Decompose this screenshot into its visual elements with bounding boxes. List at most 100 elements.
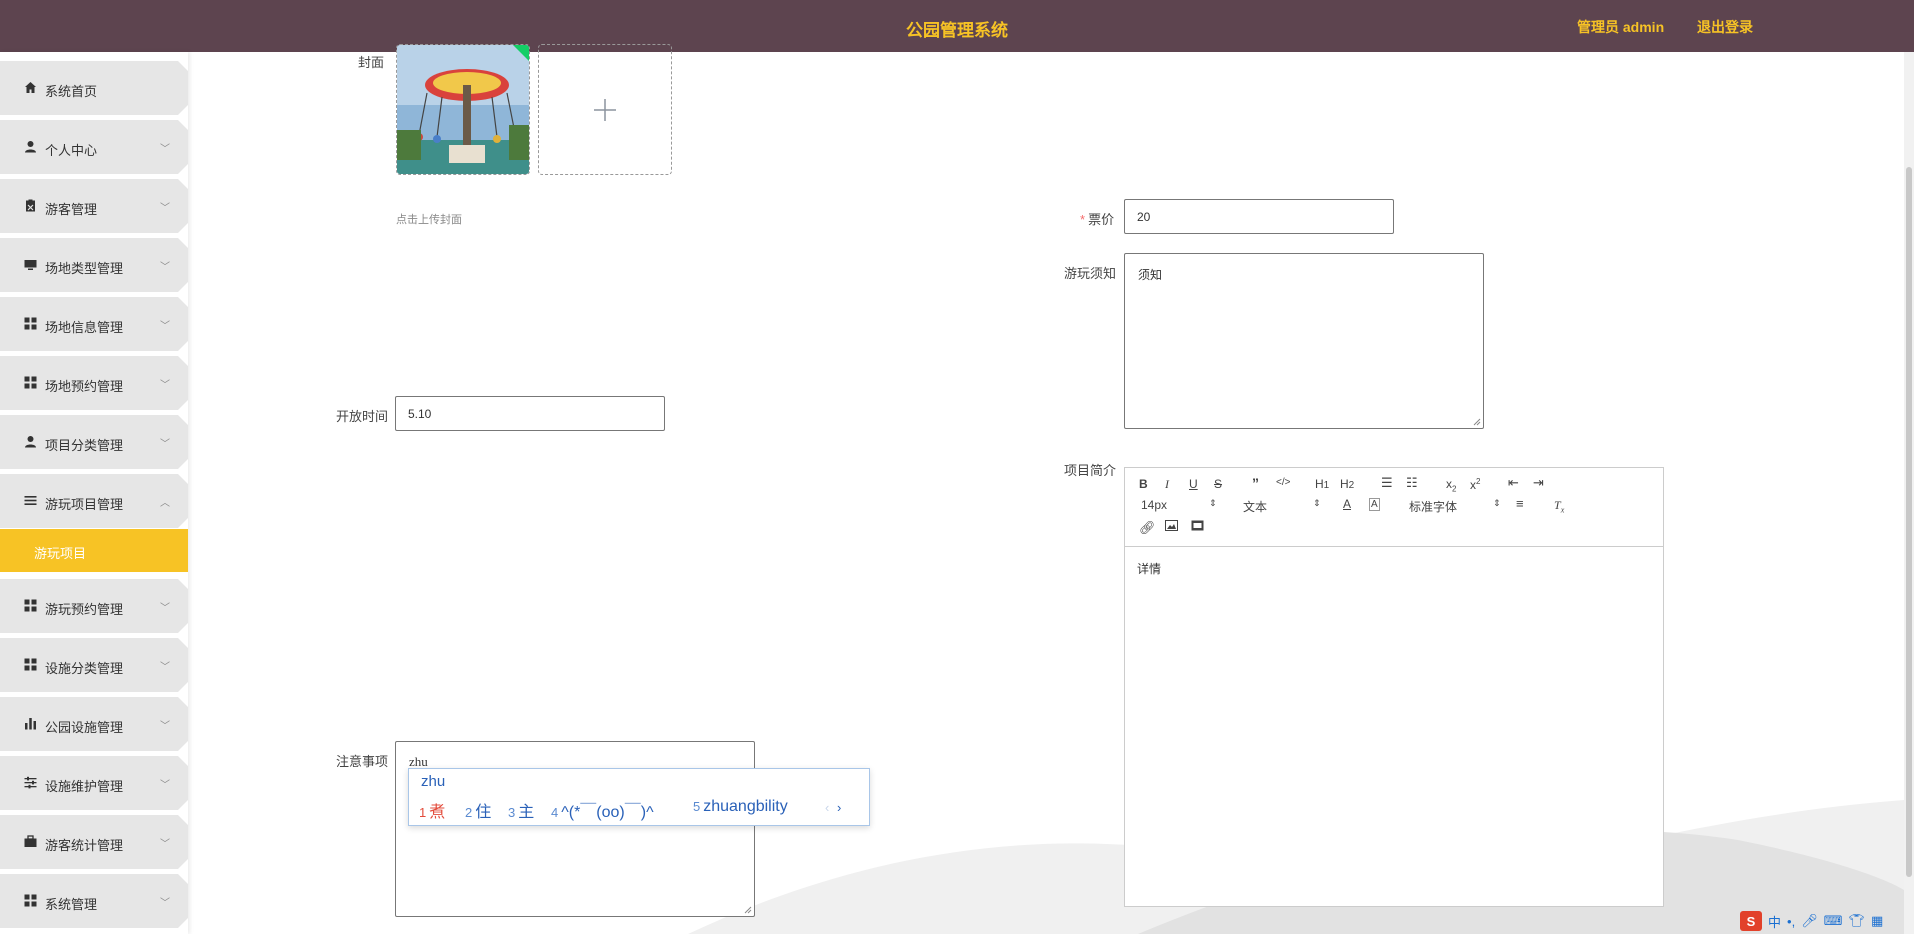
ime-candidate-5[interactable]: 5 zhuangbility	[693, 798, 788, 816]
punctuation-icon[interactable]: •,	[1787, 914, 1795, 929]
resize-handle-icon[interactable]	[744, 906, 752, 914]
ordered-list-icon[interactable]: ☰	[1381, 475, 1393, 491]
editor-content[interactable]: 详情	[1137, 560, 1161, 577]
sidebar-item-label: 项目分类管理	[45, 438, 124, 453]
open-time-label: 开放时间	[336, 409, 389, 424]
ime-candidate-number: 1	[419, 805, 427, 820]
page-scrollbar[interactable]	[1904, 52, 1914, 934]
chevron-down-icon: ﹀	[160, 321, 170, 332]
cover-label: 封面	[358, 55, 385, 70]
ime-next-page-icon[interactable]: ›	[837, 800, 841, 815]
price-input[interactable]: 20	[1124, 199, 1394, 234]
image-icon[interactable]	[1165, 520, 1178, 534]
superscript-icon[interactable]: x2	[1470, 477, 1480, 492]
sidebar-subitem-label: 游玩项目	[34, 546, 87, 561]
sidebar-item-home[interactable]: 系统首页	[0, 61, 188, 115]
sidebar-item-label: 游客统计管理	[45, 838, 124, 853]
logout-link[interactable]: 退出登录	[1697, 17, 1753, 37]
required-asterisk: *	[1080, 212, 1086, 227]
carousel-ride-photo	[397, 45, 529, 174]
ime-candidate-text: 住	[475, 804, 492, 821]
select-arrows-icon: ⇕	[1493, 498, 1501, 508]
sidebar-subitem-play-project[interactable]: 游玩项目	[0, 529, 188, 572]
header-select[interactable]: 文本 ⇕	[1243, 498, 1321, 515]
h1-icon[interactable]: H1	[1315, 477, 1329, 491]
intro-label: 项目简介	[1064, 463, 1117, 478]
ime-candidate-text: 主	[518, 804, 535, 821]
code-icon[interactable]: </>	[1276, 477, 1290, 488]
bullet-list-icon[interactable]: ☷	[1406, 475, 1418, 491]
link-icon[interactable]: 🔗︎	[1139, 520, 1156, 536]
admin-user-label: 管理员 admin	[1577, 19, 1665, 35]
font-family-select[interactable]: 标准字体 ⇕	[1409, 498, 1501, 515]
skin-icon[interactable]: 👕︎	[1848, 913, 1865, 929]
toolbox-icon[interactable]: ▦	[1871, 913, 1883, 929]
microphone-icon[interactable]: 🎤︎	[1801, 913, 1818, 929]
sidebar-item-label: 设施维护管理	[45, 779, 124, 794]
font-family-value: 标准字体	[1409, 500, 1458, 514]
grid-icon	[24, 894, 37, 907]
chevron-down-icon: ﹀	[160, 721, 170, 732]
bar-chart-icon	[24, 717, 37, 730]
sogou-logo-icon[interactable]: S	[1740, 911, 1762, 931]
sidebar-item-visitors[interactable]: 游客管理 ﹀	[0, 179, 188, 233]
chevron-down-icon: ﹀	[160, 262, 170, 273]
sidebar-item-facility-maintenance[interactable]: 设施维护管理 ﹀	[0, 756, 188, 810]
font-size-select[interactable]: 14px ⇕	[1141, 498, 1217, 512]
clear-format-icon[interactable]: Tx	[1554, 498, 1564, 514]
open-time-input[interactable]: 5.10	[395, 396, 665, 431]
scrollbar-thumb[interactable]	[1906, 167, 1912, 877]
keyboard-icon[interactable]: ⌨	[1824, 913, 1843, 929]
indent-icon[interactable]: ⇥	[1533, 475, 1544, 491]
h2-icon[interactable]: H2	[1340, 477, 1354, 491]
resize-handle-icon[interactable]	[1473, 418, 1481, 426]
subscript-icon[interactable]: x2	[1446, 477, 1456, 493]
italic-icon[interactable]: I	[1165, 477, 1169, 492]
ime-status-bar: S 中 •, 🎤︎ ⌨ 👕︎ ▦	[1740, 908, 1914, 934]
underline-icon[interactable]: U	[1189, 477, 1198, 491]
background-color-icon[interactable]: A	[1369, 498, 1380, 511]
sidebar-item-label: 游客管理	[45, 202, 98, 217]
bold-icon[interactable]: B	[1139, 477, 1148, 491]
ime-candidate-2[interactable]: 2住	[465, 798, 491, 822]
ime-prev-page-icon[interactable]: ‹	[825, 800, 829, 815]
chevron-down-icon: ﹀	[160, 662, 170, 673]
sidebar-item-system[interactable]: 系统管理 ﹀	[0, 874, 188, 928]
ime-candidate-3[interactable]: 3主	[508, 798, 534, 822]
list-icon	[24, 494, 37, 507]
person-icon	[24, 140, 37, 153]
sidebar-item-project-category[interactable]: 项目分类管理 ﹀	[0, 415, 188, 469]
sidebar-item-play-projects[interactable]: 游玩项目管理 ︿	[0, 474, 188, 528]
sidebar-item-venue-booking[interactable]: 场地预约管理 ﹀	[0, 356, 188, 410]
ime-candidate-text: zhuangbility	[703, 798, 788, 815]
ime-candidate-4[interactable]: 4 ^(*￣(oo)￣)^	[551, 798, 654, 822]
ime-candidate-1[interactable]: 1煮	[419, 798, 445, 822]
sidebar-item-venue-info[interactable]: 场地信息管理 ﹀	[0, 297, 188, 351]
sidebar-item-visitor-stats[interactable]: 游客统计管理 ﹀	[0, 815, 188, 869]
caution-label: 注意事项	[336, 754, 389, 769]
sidebar-item-personal[interactable]: 个人中心 ﹀	[0, 120, 188, 174]
sidebar-item-label: 系统管理	[45, 897, 98, 912]
notice-textarea[interactable]: 须知	[1124, 253, 1484, 429]
cover-image[interactable]	[396, 44, 530, 175]
sidebar-item-play-booking[interactable]: 游玩预约管理 ﹀	[0, 579, 188, 633]
grid-icon	[24, 658, 37, 671]
briefcase-icon	[24, 835, 37, 848]
sidebar-item-park-facilities[interactable]: 公园设施管理 ﹀	[0, 697, 188, 751]
top-header: 公园管理系统 管理员 admin 退出登录	[0, 0, 1914, 52]
align-icon[interactable]: ≡	[1516, 496, 1524, 511]
ime-lang-toggle[interactable]: 中	[1768, 912, 1781, 931]
person-icon	[24, 435, 37, 448]
font-color-icon[interactable]: A	[1343, 497, 1351, 511]
sidebar-item-label: 个人中心	[45, 143, 98, 158]
blockquote-icon[interactable]: ”	[1252, 475, 1259, 491]
strike-icon[interactable]: S	[1214, 477, 1222, 491]
grid-icon	[24, 599, 37, 612]
sidebar-item-venue-types[interactable]: 场地类型管理 ﹀	[0, 238, 188, 292]
open-time-value: 5.10	[408, 406, 432, 421]
outdent-icon[interactable]: ⇤	[1508, 475, 1519, 491]
video-icon[interactable]	[1191, 520, 1204, 534]
sidebar-item-facility-category[interactable]: 设施分类管理 ﹀	[0, 638, 188, 692]
chevron-up-icon: ︿	[160, 498, 170, 509]
upload-add-button[interactable]	[538, 44, 672, 175]
